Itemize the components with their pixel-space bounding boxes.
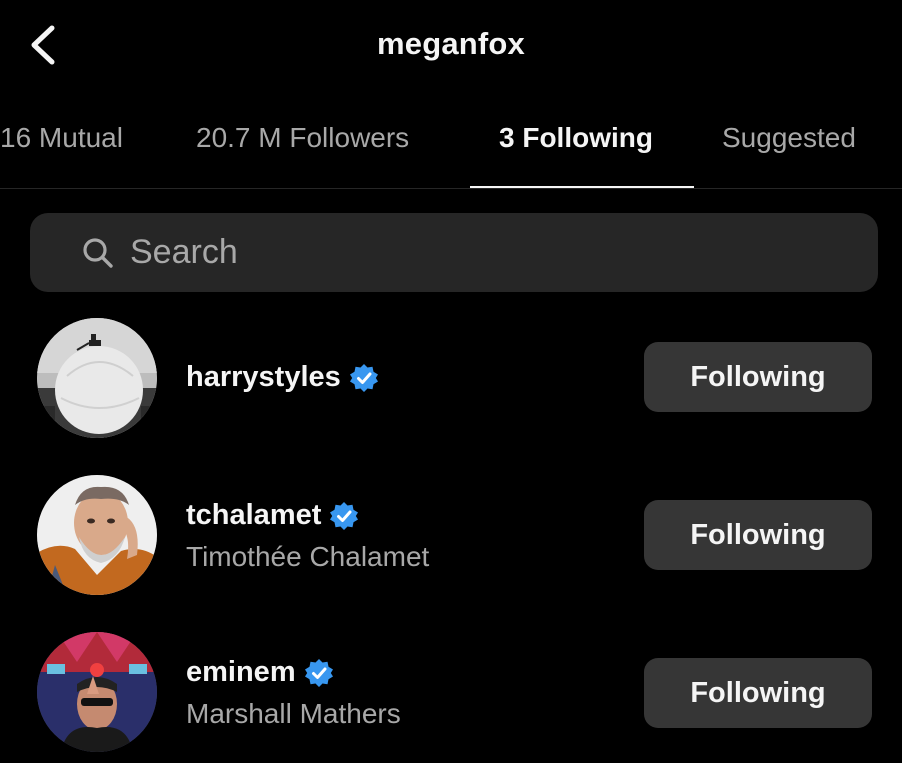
list-item[interactable]: harrystyles Following xyxy=(0,313,902,443)
avatar[interactable] xyxy=(37,475,157,595)
full-name: Marshall Mathers xyxy=(186,698,401,729)
active-tab-indicator xyxy=(470,186,694,188)
full-name: Timothée Chalamet xyxy=(186,541,430,572)
following-button[interactable]: Following xyxy=(644,658,872,728)
tab-bar: 16 Mutual 20.7 M Followers 3 Following S… xyxy=(0,92,902,189)
avatar[interactable] xyxy=(37,632,157,752)
tab-suggested[interactable]: Suggested xyxy=(722,122,856,154)
username[interactable]: harrystyles xyxy=(186,361,379,394)
verified-badge-icon xyxy=(330,501,359,530)
list-item[interactable]: eminem Marshall Mathers Following xyxy=(0,627,902,757)
header: meganfox xyxy=(0,0,902,92)
tab-followers[interactable]: 20.7 M Followers xyxy=(196,122,409,154)
page-title: meganfox xyxy=(376,26,526,61)
tab-following[interactable]: 3 Following xyxy=(499,122,653,154)
search-icon xyxy=(83,238,113,268)
username[interactable]: eminem xyxy=(186,656,334,689)
username[interactable]: tchalamet xyxy=(186,499,359,532)
verified-badge-icon xyxy=(304,658,333,687)
following-button[interactable]: Following xyxy=(644,342,872,412)
tab-mutual[interactable]: 16 Mutual xyxy=(0,122,123,154)
following-button[interactable]: Following xyxy=(644,500,872,570)
search-bar xyxy=(30,213,878,292)
avatar[interactable] xyxy=(37,318,157,438)
verified-badge-icon xyxy=(349,363,378,392)
search-input[interactable] xyxy=(130,227,830,277)
list-item[interactable]: tchalamet Timothée Chalamet Following xyxy=(0,470,902,600)
